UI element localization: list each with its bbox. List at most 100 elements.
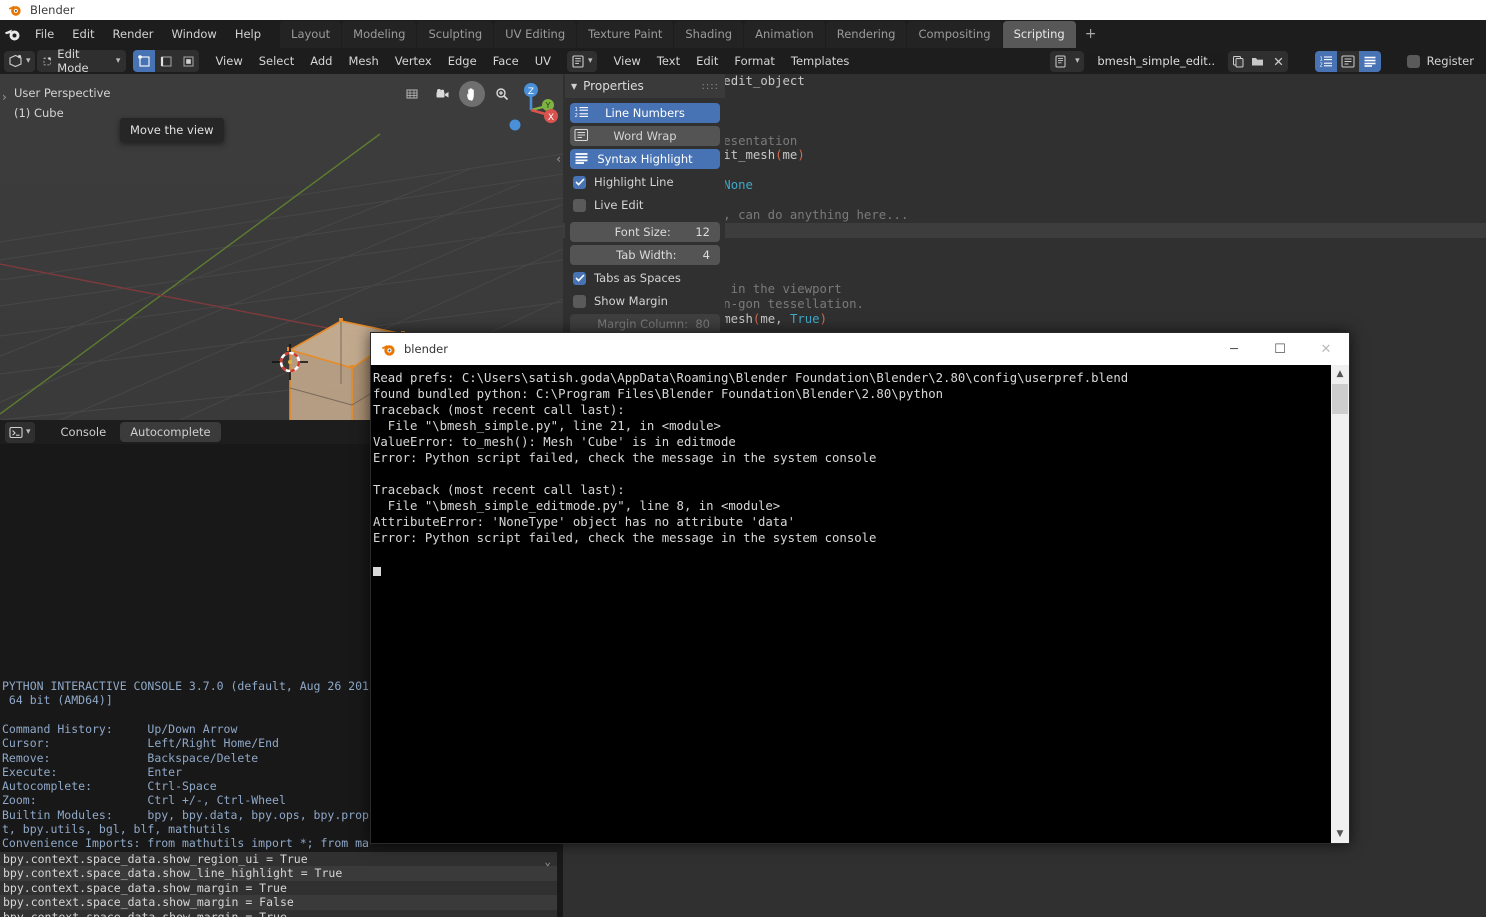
show-margin-checkbox[interactable] <box>573 294 586 308</box>
text-filename-field[interactable]: bmesh_simple_edit.. <box>1087 50 1226 72</box>
text-editor-type-selector[interactable]: ▾ <box>567 50 597 72</box>
workspace-tab-uv-editing[interactable]: UV Editing <box>494 21 577 48</box>
workspace-tab-rendering[interactable]: Rendering <box>825 21 907 48</box>
open-text-button[interactable] <box>1248 50 1269 72</box>
line-numbers-toggle-button[interactable]: 1 2 <box>1314 50 1337 72</box>
toggle-camera-perspective-icon[interactable] <box>399 81 425 107</box>
prop-syntax-highlight-button[interactable]: Syntax Highlight <box>570 149 720 169</box>
system-console-line: found bundled python: C:\Program Files\B… <box>373 387 944 401</box>
blender-topbar: File Edit Render Window Help Layout Mode… <box>0 20 1486 48</box>
highlight-line-checkbox[interactable] <box>573 175 586 189</box>
face-select-icon <box>183 55 194 67</box>
blender-menu-logo-icon[interactable] <box>0 27 26 42</box>
viewport-toolbar-toggle-chevron-icon[interactable]: › <box>2 90 7 104</box>
viewport-menu-vertex[interactable]: Vertex <box>387 51 440 71</box>
scroll-down-arrow-icon[interactable]: ▼ <box>1331 825 1349 843</box>
scroll-up-arrow-icon[interactable]: ▲ <box>1331 365 1349 383</box>
system-console-output[interactable]: Read prefs: C:\Users\satish.goda\AppData… <box>371 365 1349 843</box>
system-console-scrollbar[interactable]: ▲ ▼ <box>1331 365 1349 843</box>
text-datablock-selector[interactable] <box>1050 50 1071 72</box>
text-editor-menu-templates[interactable]: Templates <box>783 51 857 71</box>
console-editor-type-selector[interactable]: ▾ <box>5 421 35 443</box>
viewport-editor-type-selector[interactable]: ▾ <box>4 50 35 72</box>
system-console-line: AttributeError: 'NoneType' object has no… <box>373 515 795 529</box>
prop-tabs-as-spaces-row[interactable]: Tabs as Spaces <box>570 268 720 288</box>
gizmo-tooltip: Move the view <box>120 118 224 142</box>
menu-help[interactable]: Help <box>226 24 270 44</box>
menu-file[interactable]: File <box>26 24 63 44</box>
word-wrap-icon <box>574 128 589 145</box>
text-editor-menu-format[interactable]: Format <box>726 51 783 71</box>
workspace-tab-texture-paint[interactable]: Texture Paint <box>577 21 674 48</box>
word-wrap-toggle-button[interactable] <box>1336 50 1359 72</box>
camera-view-icon[interactable] <box>429 81 455 107</box>
console-tab-console[interactable]: Console <box>51 422 117 442</box>
prop-word-wrap-button[interactable]: Word Wrap <box>570 126 720 146</box>
new-text-button[interactable] <box>1228 50 1249 72</box>
triangle-down-icon[interactable]: ▼ <box>571 82 577 91</box>
workspace-tab-compositing[interactable]: Compositing <box>907 21 1002 48</box>
prop-highlight-line-row[interactable]: Highlight Line <box>570 172 720 192</box>
edge-select-mode-button[interactable] <box>155 50 178 72</box>
svg-text:Z: Z <box>528 87 534 97</box>
syntax-highlight-toggle-button[interactable] <box>1358 50 1381 72</box>
system-console-title: blender <box>404 342 448 356</box>
minimize-button[interactable]: ─ <box>1211 333 1257 365</box>
info-editor-line[interactable]: bpy.context.space_data.show_margin = Tru… <box>0 881 557 895</box>
font-size-field[interactable]: Font Size: 12 <box>570 222 720 242</box>
system-console-titlebar[interactable]: blender ─ ☐ ✕ <box>371 333 1349 365</box>
vertex-select-mode-button[interactable] <box>133 50 156 72</box>
unlink-text-button[interactable] <box>1268 50 1289 72</box>
viewport-sidebar-toggle-chevron-icon[interactable]: ‹ <box>556 152 561 166</box>
live-edit-checkbox[interactable] <box>573 198 586 212</box>
text-editor-menu-text[interactable]: Text <box>649 51 688 71</box>
viewport-perspective-label: User Perspective <box>14 86 111 100</box>
line-numbers-icon: 1 2 <box>574 105 589 122</box>
workspace-tab-modeling[interactable]: Modeling <box>342 21 417 48</box>
prop-live-edit-row[interactable]: Live Edit <box>570 195 720 215</box>
panel-grip-icon[interactable]: :::: <box>702 81 719 92</box>
workspace-tab-scripting[interactable]: Scripting <box>1002 21 1076 48</box>
move-view-hand-icon[interactable] <box>459 81 485 107</box>
menu-edit[interactable]: Edit <box>63 24 103 44</box>
text-datablock-dropdown-chevron-down-icon[interactable]: ▾ <box>1070 50 1085 72</box>
close-button[interactable]: ✕ <box>1303 333 1349 365</box>
info-editor[interactable]: ⌄ bpy.context.space_data.show_region_ui … <box>0 852 557 917</box>
viewport-menu-add[interactable]: Add <box>302 51 340 71</box>
info-editor-line[interactable]: bpy.context.space_data.show_line_highlig… <box>0 866 557 881</box>
prop-word-wrap-label: Word Wrap <box>613 129 677 143</box>
viewport-menu-edge[interactable]: Edge <box>440 51 485 71</box>
prop-show-margin-row[interactable]: Show Margin <box>570 291 720 311</box>
tab-width-field[interactable]: Tab Width: 4 <box>570 245 720 265</box>
workspace-tab-sculpting[interactable]: Sculpting <box>417 21 494 48</box>
register-checkbox-row[interactable]: Register <box>1406 54 1474 68</box>
info-editor-line[interactable]: bpy.context.space_data.show_region_ui = … <box>0 852 557 866</box>
scrollbar-thumb[interactable] <box>1332 384 1348 414</box>
text-editor-menu-view[interactable]: View <box>606 51 649 71</box>
workspace-tab-animation[interactable]: Animation <box>744 21 825 48</box>
info-editor-line[interactable]: bpy.context.space_data.show_margin = Tru… <box>0 910 557 917</box>
prop-line-numbers-button[interactable]: 1 2 Line Numbers <box>570 103 720 123</box>
menu-render[interactable]: Render <box>104 24 163 44</box>
navigation-gizmo[interactable]: Z Y X <box>499 78 563 142</box>
console-tab-autocomplete[interactable]: Autocomplete <box>120 422 221 442</box>
viewport-menu-uv[interactable]: UV <box>527 51 559 71</box>
menu-window[interactable]: Window <box>162 24 225 44</box>
viewport-menu-select[interactable]: Select <box>251 51 302 71</box>
info-editor-line[interactable]: bpy.context.space_data.show_margin = Fal… <box>0 895 557 910</box>
properties-panel-header[interactable]: ▼ Properties :::: <box>565 74 725 98</box>
info-editor-chevron-down-icon[interactable]: ⌄ <box>544 855 551 868</box>
register-checkbox[interactable] <box>1406 54 1420 68</box>
workspace-tab-shading[interactable]: Shading <box>674 21 744 48</box>
viewport-menu-face[interactable]: Face <box>485 51 527 71</box>
text-editor-menu-edit[interactable]: Edit <box>688 51 726 71</box>
maximize-button[interactable]: ☐ <box>1257 333 1303 365</box>
tabs-as-spaces-checkbox[interactable] <box>573 271 586 285</box>
add-workspace-button[interactable]: + <box>1077 22 1105 48</box>
workspace-tab-layout[interactable]: Layout <box>280 21 342 48</box>
face-select-mode-button[interactable] <box>177 50 200 72</box>
viewport-menu-view[interactable]: View <box>207 51 250 71</box>
properties-panel-body: 1 2 Line Numbers Word Wrap Syntax Highli… <box>565 98 725 339</box>
interaction-mode-selector[interactable]: Edit Mode ▾ <box>36 48 127 75</box>
viewport-menu-mesh[interactable]: Mesh <box>340 51 386 71</box>
